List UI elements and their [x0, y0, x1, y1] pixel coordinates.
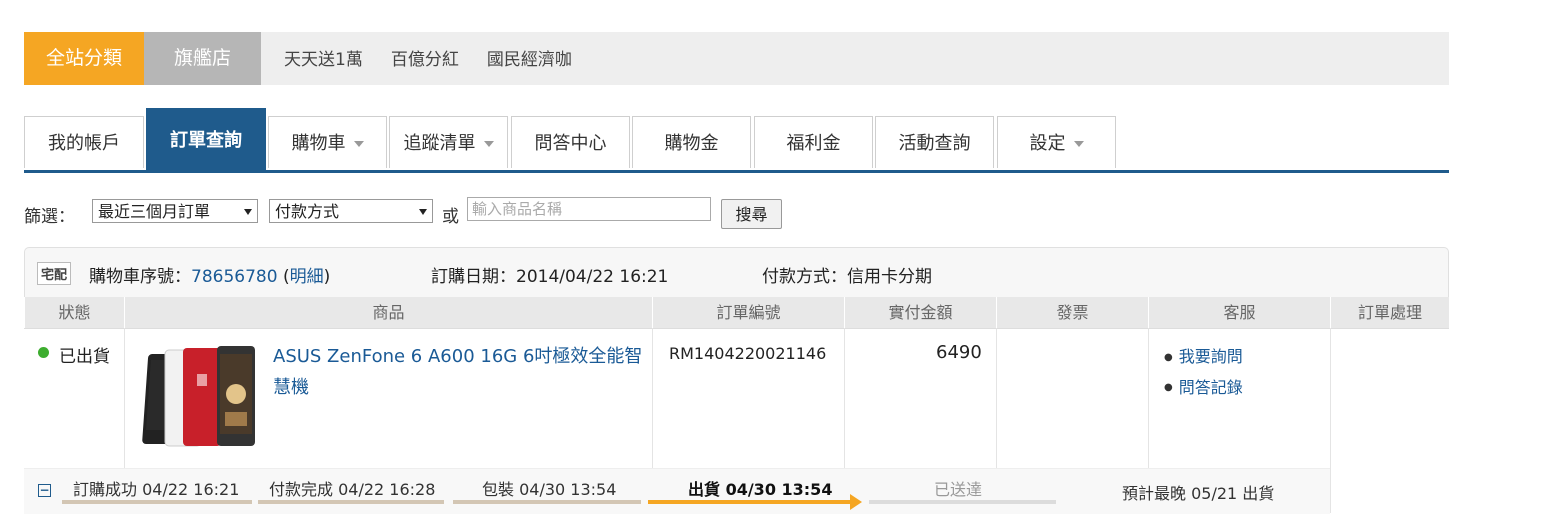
- product-image[interactable]: [139, 344, 259, 450]
- product-name-link[interactable]: ASUS ZenFone 6 A600 16G 6吋極效全能智慧機: [273, 341, 643, 403]
- or-label: 或: [442, 207, 459, 227]
- column-product: 商品: [124, 297, 652, 328]
- tab-label: 購物金: [664, 133, 719, 154]
- order-card: 宅配 購物車序號：78656780 (明細) 訂購日期：2014/04/22 1…: [24, 247, 1449, 528]
- collapse-icon[interactable]: −: [38, 484, 51, 497]
- order-date: 訂購日期：2014/04/22 16:21: [431, 267, 669, 287]
- tab-my-account[interactable]: 我的帳戶: [24, 116, 144, 168]
- all-categories-button[interactable]: 全站分類: [24, 32, 144, 85]
- order-header: 宅配 購物車序號：78656780 (明細) 訂購日期：2014/04/22 1…: [24, 247, 1449, 297]
- bullet-icon: ●: [1164, 351, 1173, 363]
- payment-select[interactable]: 付款方式: [269, 199, 433, 223]
- customer-service-links: ● 我要詢問 ● 問答記錄: [1164, 342, 1243, 403]
- progress-step-paid: 付款完成 04/22 16:28: [269, 480, 436, 499]
- promo-link-dividend[interactable]: 百億分紅: [391, 32, 459, 85]
- progress-step-ordered: 訂購成功 04/22 16:21: [73, 480, 240, 499]
- chevron-down-icon: [353, 141, 364, 147]
- detail-paren-open: (: [282, 267, 290, 287]
- tab-shopping-credit[interactable]: 購物金: [632, 116, 751, 168]
- chevron-down-icon: [419, 209, 427, 215]
- cart-number-link[interactable]: 78656780: [191, 267, 278, 287]
- flagship-store-button[interactable]: 旗艦店: [144, 32, 261, 85]
- progress-segment: [62, 500, 252, 504]
- tab-order-query[interactable]: 訂單查詢: [146, 108, 266, 170]
- detail-paren-close: ): [323, 267, 331, 287]
- promo-link-economy[interactable]: 國民經濟咖: [487, 32, 572, 85]
- progress-segment-pending: [869, 500, 1056, 504]
- order-filter: 篩選： 最近三個月訂單 付款方式 或 輸入商品名稱 搜尋: [24, 197, 924, 229]
- qa-record-link[interactable]: 問答記錄: [1179, 378, 1243, 397]
- estimated-ship-date: 預計最晚 05/21 出貨: [1122, 484, 1275, 503]
- column-amount: 實付金額: [844, 297, 996, 328]
- status-dot-icon: [38, 347, 49, 358]
- list-item: ● 問答記錄: [1164, 373, 1243, 404]
- progress-segment: [258, 500, 444, 504]
- bullet-icon: ●: [1164, 382, 1173, 393]
- promo-link-daily[interactable]: 天天送1萬: [284, 32, 363, 85]
- order-row: 已出貨 ASUS ZenFone 6 A600 16G 6吋極效全能智慧機 RM…: [24, 328, 1330, 468]
- tab-label: 活動查詢: [898, 133, 971, 154]
- cart-number: 購物車序號：78656780 (明細): [89, 262, 330, 287]
- tab-label: 問答中心: [534, 133, 607, 154]
- promo-links: 天天送1萬 百億分紅 國民經濟咖: [284, 32, 572, 85]
- tab-label: 我的帳戶: [48, 133, 120, 154]
- order-number: RM1404220021146: [669, 344, 827, 363]
- order-detail-link[interactable]: 明細: [290, 267, 324, 287]
- progress-step-delivered: 已送達: [934, 480, 983, 499]
- progress-step-packed: 包裝 04/30 13:54: [482, 480, 617, 499]
- search-button[interactable]: 搜尋: [721, 199, 782, 229]
- list-item: ● 我要詢問: [1164, 342, 1243, 373]
- tab-label: 購物車: [291, 133, 346, 154]
- tab-welfare-credit[interactable]: 福利金: [754, 116, 873, 168]
- progress-arrow-icon: [850, 494, 862, 510]
- delivery-badge: 宅配: [37, 262, 72, 285]
- tab-label: 訂單查詢: [170, 130, 242, 151]
- tab-event-query[interactable]: 活動查詢: [875, 116, 994, 168]
- top-category-bar: 全站分類 旗艦店 天天送1萬 百億分紅 國民經濟咖: [24, 32, 1449, 85]
- column-divider: [1330, 328, 1331, 513]
- cart-number-label: 購物車序號：: [89, 267, 191, 287]
- tab-label: 追蹤清單: [403, 133, 476, 154]
- progress-step-shipped: 出貨 04/30 13:54: [688, 480, 833, 499]
- tab-qa-center[interactable]: 問答中心: [511, 116, 630, 168]
- filter-label: 篩選：: [24, 207, 75, 227]
- chevron-down-icon: [244, 209, 252, 215]
- product-search-input[interactable]: 輸入商品名稱: [467, 197, 711, 221]
- chevron-down-icon: [483, 141, 494, 147]
- progress-segment: [453, 500, 641, 504]
- column-order-number: 訂單編號: [652, 297, 844, 328]
- period-select-value: 最近三個月訂單: [98, 202, 211, 221]
- column-customer-service: 客服: [1148, 297, 1330, 328]
- order-column-headers: 狀態 商品 訂單編號 實付金額 發票 客服 訂單處理: [24, 297, 1449, 329]
- paid-amount: 6490: [936, 342, 982, 363]
- order-status: 已出貨: [59, 347, 110, 367]
- account-tabs: 我的帳戶 訂單查詢 購物車 追蹤清單 問答中心 購物金 福利金 活動查詢 設定: [24, 108, 1449, 173]
- tab-label: 福利金: [786, 133, 841, 154]
- column-order-handling: 訂單處理: [1330, 297, 1449, 328]
- payment-select-value: 付款方式: [275, 202, 340, 221]
- ask-question-link[interactable]: 我要詢問: [1179, 347, 1243, 366]
- tab-settings[interactable]: 設定: [997, 116, 1116, 168]
- progress-segment-current: [648, 500, 852, 504]
- tab-shopping-cart[interactable]: 購物車: [268, 116, 387, 168]
- chevron-down-icon: [1073, 141, 1084, 147]
- column-invoice: 發票: [996, 297, 1148, 328]
- column-status: 狀態: [24, 297, 124, 328]
- tab-label: 設定: [1029, 133, 1066, 154]
- payment-method: 付款方式：信用卡分期: [762, 267, 932, 287]
- tab-watchlist[interactable]: 追蹤清單: [389, 116, 508, 168]
- order-progress-bar: − 訂購成功 04/22 16:21 付款完成 04/22 16:28 包裝 0…: [24, 468, 1330, 514]
- period-select[interactable]: 最近三個月訂單: [92, 199, 258, 223]
